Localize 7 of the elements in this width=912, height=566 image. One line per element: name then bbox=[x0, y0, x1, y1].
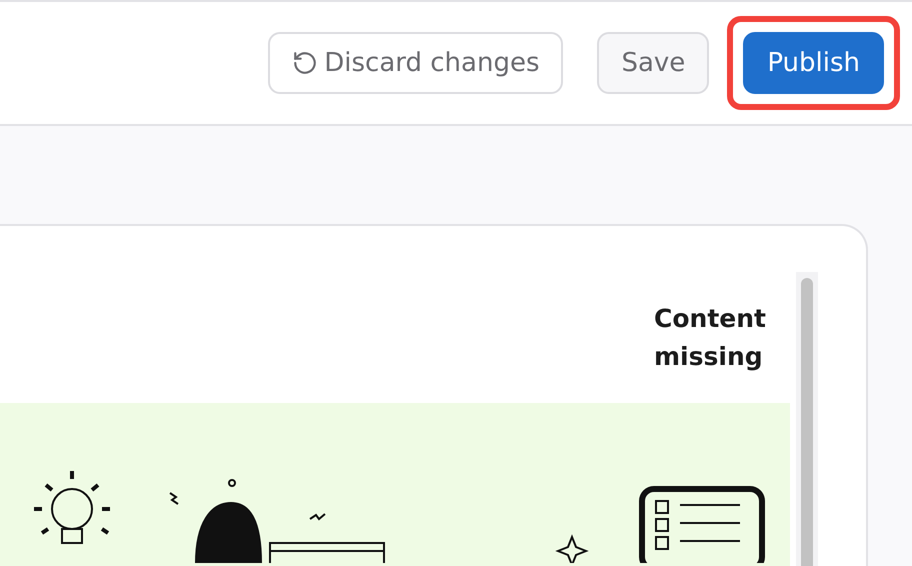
status-text: Content missing bbox=[654, 303, 764, 373]
save-button[interactable]: Save bbox=[597, 32, 710, 94]
publish-button[interactable]: Publish bbox=[743, 32, 884, 94]
scrollbar[interactable] bbox=[796, 272, 818, 566]
undo-icon bbox=[292, 50, 318, 76]
discard-button[interactable]: Discard changes bbox=[268, 32, 564, 94]
scrollbar-thumb[interactable] bbox=[801, 278, 813, 566]
